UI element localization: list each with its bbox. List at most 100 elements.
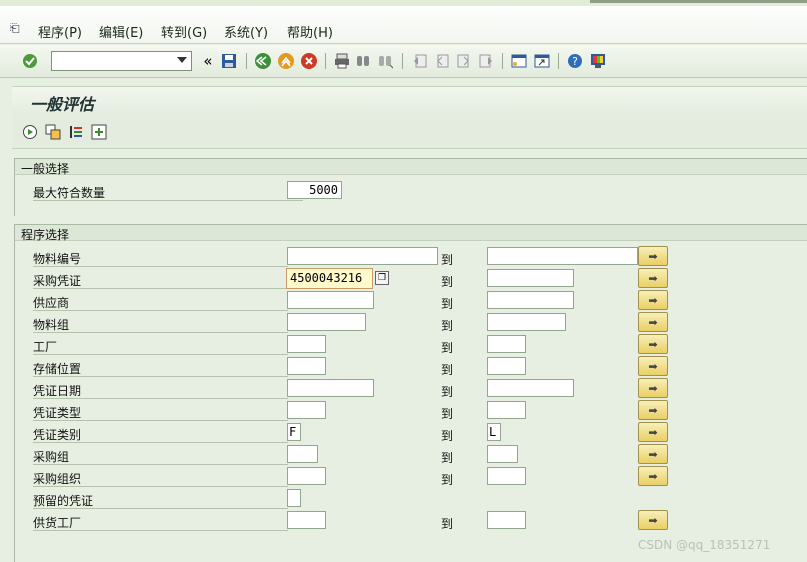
max-hits-field[interactable]: 5000 <box>287 181 342 199</box>
to-label: 到 <box>441 253 454 267</box>
save-icon[interactable] <box>220 52 238 70</box>
supplying-plant-from-field[interactable] <box>287 511 326 529</box>
multiple-selection-button[interactable]: ➡ <box>638 510 668 530</box>
multiple-selection-button[interactable]: ➡ <box>638 334 668 354</box>
command-dropdown-icon[interactable] <box>177 57 187 63</box>
purchasing-group-from-field[interactable] <box>287 445 318 463</box>
check-icon[interactable] <box>21 52 39 70</box>
settings-icon[interactable] <box>589 52 607 70</box>
multiple-selection-button[interactable]: ➡ <box>638 356 668 376</box>
exit-icon[interactable] <box>277 52 295 70</box>
purchasing-group-to-field[interactable] <box>487 445 518 463</box>
label-underline <box>33 420 288 421</box>
plant-label: 工厂 <box>33 340 58 354</box>
doc-category-label: 凭证类别 <box>33 428 82 442</box>
supplying-plant-to-field[interactable] <box>487 511 526 529</box>
program-selection-group: 程序选择 物料编号 到 ➡ 采购凭证 4500043216 ❐ 到 ➡ 供应商 … <box>14 224 807 562</box>
multiple-selection-button[interactable]: ➡ <box>638 246 668 266</box>
to-label: 到 <box>441 451 454 465</box>
general-selection-title: 一般选择 <box>21 162 70 176</box>
to-label: 到 <box>441 319 454 333</box>
selection-options-icon[interactable] <box>68 124 84 140</box>
back-icon[interactable]: « <box>199 52 217 70</box>
menu-goto[interactable]: 转到(G) <box>161 22 207 41</box>
label-underline <box>33 266 288 267</box>
doc-category-from-field[interactable]: F <box>287 423 301 441</box>
material-group-to-field[interactable] <box>487 313 566 331</box>
doc-date-to-field[interactable] <box>487 379 574 397</box>
vendor-from-field[interactable] <box>287 291 374 309</box>
toolbar-separator <box>402 53 403 69</box>
find-next-icon[interactable] <box>376 52 394 70</box>
material-group-label: 物料组 <box>33 318 70 332</box>
label-underline <box>33 508 288 509</box>
doc-date-label: 凭证日期 <box>33 384 82 398</box>
multiple-selection-button[interactable]: ➡ <box>638 268 668 288</box>
vendor-to-field[interactable] <box>487 291 574 309</box>
material-group-from-field[interactable] <box>287 313 366 331</box>
multiple-selection-button[interactable]: ➡ <box>638 400 668 420</box>
general-selection-group: 一般选择 最大符合数量 5000 <box>14 158 807 216</box>
doc-category-to-field[interactable]: L <box>487 423 501 441</box>
menu-help[interactable]: 帮助(H) <box>287 22 333 41</box>
multiple-selection-button[interactable]: ➡ <box>638 422 668 442</box>
menu-bar: ⎗ 程序(P) 编辑(E) 转到(G) 系统(Y) 帮助(H) <box>0 0 807 44</box>
purchasing-doc-to-field[interactable] <box>487 269 574 287</box>
menu-edit[interactable]: 编辑(E) <box>99 22 143 41</box>
standard-toolbar: « ? <box>0 45 807 78</box>
multiple-selection-button[interactable]: ➡ <box>638 290 668 310</box>
multiple-selection-button[interactable]: ➡ <box>638 466 668 486</box>
application-toolbar <box>12 117 807 149</box>
doc-date-from-field[interactable] <box>287 379 374 397</box>
get-variant-icon[interactable] <box>45 124 61 140</box>
toolbar-separator <box>502 53 503 69</box>
help-icon[interactable]: ? <box>566 52 584 70</box>
held-docs-checkbox[interactable] <box>287 489 301 507</box>
nav-back-icon[interactable] <box>254 52 272 70</box>
label-underline <box>33 332 288 333</box>
material-from-field[interactable] <box>287 247 438 265</box>
new-session-icon[interactable] <box>510 52 528 70</box>
max-hits-label: 最大符合数量 <box>33 186 106 200</box>
first-page-icon[interactable] <box>411 52 429 70</box>
command-field[interactable] <box>51 51 192 71</box>
cancel-icon[interactable] <box>300 52 318 70</box>
doc-type-from-field[interactable] <box>287 401 326 419</box>
menu-system[interactable]: 系统(Y) <box>224 22 268 41</box>
doc-type-to-field[interactable] <box>487 401 526 419</box>
storage-location-to-field[interactable] <box>487 357 526 375</box>
next-page-icon[interactable] <box>455 52 473 70</box>
execute-icon[interactable] <box>22 124 38 140</box>
purchasing-org-to-field[interactable] <box>487 467 526 485</box>
last-page-icon[interactable] <box>477 52 495 70</box>
to-label: 到 <box>441 297 454 311</box>
value-help-icon[interactable]: ❐ <box>375 271 389 285</box>
print-icon[interactable] <box>333 52 351 70</box>
purchasing-doc-from-field[interactable]: 4500043216 <box>286 268 373 289</box>
label-underline <box>33 398 288 399</box>
multiple-selection-button[interactable]: ➡ <box>638 312 668 332</box>
to-label: 到 <box>441 275 454 289</box>
purchasing-org-from-field[interactable] <box>287 467 326 485</box>
plant-to-field[interactable] <box>487 335 526 353</box>
menu-program[interactable]: 程序(P) <box>38 22 82 41</box>
label-underline <box>33 288 288 289</box>
material-label: 物料编号 <box>33 252 82 266</box>
purchasing-group-label: 采购组 <box>33 450 70 464</box>
find-icon[interactable] <box>354 52 372 70</box>
window-top-accent <box>590 0 807 3</box>
purchasing-org-label: 采购组织 <box>33 472 82 486</box>
material-to-field[interactable] <box>487 247 638 265</box>
shortcut-icon[interactable] <box>533 52 551 70</box>
plant-from-field[interactable] <box>287 335 326 353</box>
system-menu-icon[interactable]: ⎗ <box>10 22 24 34</box>
label-underline <box>33 376 288 377</box>
group-title: 程序选择 <box>15 225 807 242</box>
storage-location-from-field[interactable] <box>287 357 326 375</box>
multiple-selection-icon[interactable] <box>91 124 107 140</box>
multiple-selection-button[interactable]: ➡ <box>638 378 668 398</box>
label-underline <box>33 486 288 487</box>
vendor-label: 供应商 <box>33 296 70 310</box>
multiple-selection-button[interactable]: ➡ <box>638 444 668 464</box>
prev-page-icon[interactable] <box>433 52 451 70</box>
